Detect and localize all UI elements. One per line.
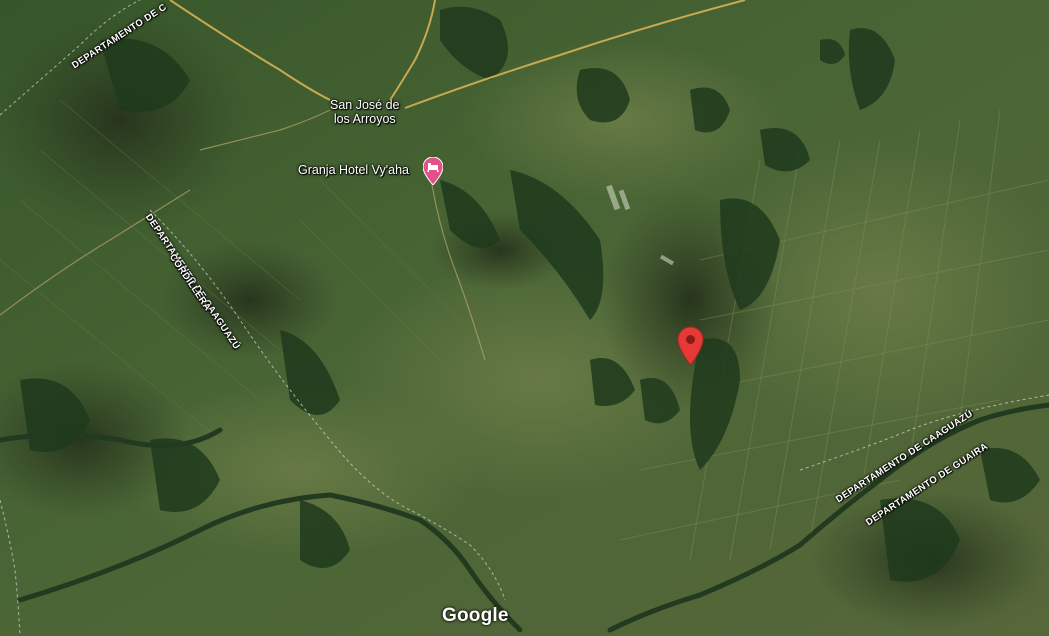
satellite-imagery [0,0,1049,636]
hotel-pin-icon[interactable] [422,156,444,186]
town-label-line2: los Arroyos [333,112,396,126]
google-logo: Google [442,605,509,626]
hotel-poi-label[interactable]: Granja Hotel Vy'aha [298,163,409,177]
town-label[interactable]: San José de los Arroyos [330,98,400,126]
town-label-line1: San José de [330,98,400,112]
location-pin-icon[interactable] [677,326,704,366]
satellite-map[interactable]: DEPARTAMENTO DE C DEPARTAMENTO DE CAAGUA… [0,0,1049,636]
